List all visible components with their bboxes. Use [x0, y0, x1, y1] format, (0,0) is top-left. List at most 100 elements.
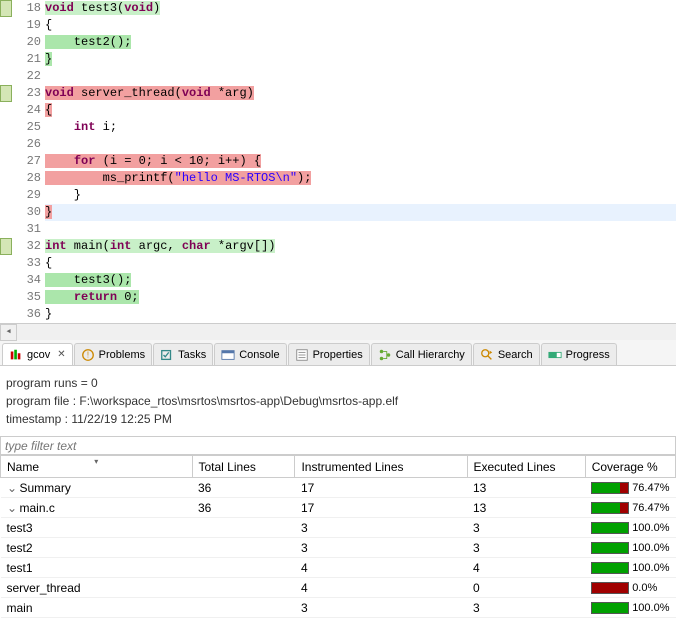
tab-properties[interactable]: Properties [288, 343, 370, 365]
cell-total [192, 558, 295, 578]
table-row[interactable]: test233100.0% [1, 538, 676, 558]
code-line[interactable]: } [45, 187, 676, 204]
cell-instr: 17 [295, 478, 467, 498]
code-line[interactable]: { [45, 255, 676, 272]
horizontal-scrollbar[interactable]: ◀ [0, 323, 676, 340]
cell-exec: 3 [467, 598, 585, 618]
cell-exec: 4 [467, 558, 585, 578]
code-content[interactable]: void test3(void){ test2();}void server_t… [45, 0, 676, 323]
code-line[interactable]: void test3(void) [45, 0, 676, 17]
coverage-bar [591, 602, 629, 614]
code-line[interactable]: int main(int argc, char *argv[]) [45, 238, 676, 255]
table-row[interactable]: test1 44 100.0% [1, 558, 676, 578]
close-icon[interactable]: ✕ [57, 349, 65, 360]
col-executed[interactable]: Executed Lines [467, 456, 585, 478]
cell-instr: 3 [295, 518, 467, 538]
line-number-gutter: 18192021222324252627282930313233343536 [12, 0, 45, 323]
code-line[interactable]: for (i = 0; i < 10; i++) { [45, 153, 676, 170]
coverage-bar [591, 502, 629, 514]
search-icon [480, 348, 494, 362]
table-row[interactable]: ⌄main.c36171376.47% [1, 498, 676, 518]
cell-coverage: 100.0% [585, 518, 675, 538]
tab-label: Tasks [178, 349, 206, 361]
row-name: main [7, 601, 33, 615]
code-line[interactable]: { [45, 102, 676, 119]
tab-label: Call Hierarchy [396, 349, 465, 361]
scroll-left-button[interactable]: ◀ [0, 324, 17, 341]
col-total[interactable]: Total Lines [192, 456, 295, 478]
col-name-label: Name [7, 460, 39, 474]
tab-call-hierarchy[interactable]: Call Hierarchy [371, 343, 472, 365]
progress-icon [548, 348, 562, 362]
cell-total [192, 578, 295, 598]
cell-exec: 0 [467, 578, 585, 598]
tab-gcov[interactable]: gcov ✕ [2, 343, 73, 365]
cell-coverage: 76.47% [585, 478, 675, 498]
code-line[interactable]: int i; [45, 119, 676, 136]
tab-progress[interactable]: Progress [541, 343, 617, 365]
tab-tasks[interactable]: Tasks [153, 343, 213, 365]
cell-coverage: 100.0% [585, 558, 675, 578]
code-line[interactable]: } [45, 306, 676, 323]
tree-twisty-icon[interactable]: ⌄ [7, 501, 18, 515]
cell-instr: 3 [295, 598, 467, 618]
table-row[interactable]: ⌄Summary36171376.47% [1, 478, 676, 498]
tab-label: Search [498, 349, 533, 361]
properties-icon [295, 348, 309, 362]
cell-total [192, 518, 295, 538]
svg-text:!: ! [87, 350, 89, 359]
row-name: test3 [7, 521, 33, 535]
tree-twisty-icon[interactable]: ⌄ [7, 481, 18, 495]
cell-total: 36 [192, 498, 295, 518]
table-row[interactable]: main33100.0% [1, 598, 676, 618]
table-row[interactable]: test333100.0% [1, 518, 676, 538]
gcov-icon [9, 348, 23, 362]
code-line[interactable]: return 0; [45, 289, 676, 306]
coverage-bar [591, 562, 629, 574]
tab-label: Console [239, 349, 279, 361]
code-line[interactable]: ms_printf("hello MS-RTOS\n"); [45, 170, 676, 187]
coverage-bar [591, 582, 629, 594]
cell-coverage: 0.0% [585, 578, 675, 598]
timestamp-label: timestamp : 11/22/19 12:25 PM [6, 410, 670, 428]
code-line[interactable]: test2(); [45, 34, 676, 51]
coverage-bar [591, 522, 629, 534]
code-line[interactable] [45, 68, 676, 85]
coverage-percent: 100.0% [632, 542, 669, 554]
cell-coverage: 76.47% [585, 498, 675, 518]
code-line[interactable] [45, 221, 676, 238]
program-runs-label: program runs = 0 [6, 374, 670, 392]
table-row[interactable]: server_thread400.0% [1, 578, 676, 598]
gcov-info-block: program runs = 0 program file : F:\works… [0, 366, 676, 436]
cell-instr: 4 [295, 558, 467, 578]
cell-coverage: 100.0% [585, 538, 675, 558]
code-editor[interactable]: 18192021222324252627282930313233343536 v… [0, 0, 676, 340]
col-name[interactable]: ▾Name [1, 456, 193, 478]
cell-total [192, 538, 295, 558]
code-line[interactable]: } [45, 51, 676, 68]
code-line[interactable]: test3(); [45, 272, 676, 289]
code-line[interactable]: void server_thread(void *arg) [45, 85, 676, 102]
tab-console[interactable]: Console [214, 343, 286, 365]
filter-input[interactable] [0, 436, 676, 455]
row-name: test1 [7, 561, 33, 575]
view-tabs-bar: gcov ✕ !Problems Tasks Console Properties Call… [0, 340, 676, 366]
coverage-percent: 100.0% [632, 562, 669, 574]
tasks-icon [160, 348, 174, 362]
row-name: test2 [7, 541, 33, 555]
cell-total [192, 598, 295, 618]
code-line[interactable] [45, 136, 676, 153]
row-name: server_thread [7, 581, 81, 595]
code-line[interactable]: { [45, 17, 676, 34]
tab-label: gcov [27, 349, 50, 361]
col-coverage[interactable]: Coverage % [585, 456, 675, 478]
cell-exec: 13 [467, 478, 585, 498]
cell-total: 36 [192, 478, 295, 498]
col-instrumented[interactable]: Instrumented Lines [295, 456, 467, 478]
tab-search[interactable]: Search [473, 343, 540, 365]
coverage-bar [591, 482, 629, 494]
code-line[interactable]: } [45, 204, 676, 221]
problems-icon: ! [81, 348, 95, 362]
tab-problems[interactable]: !Problems [74, 343, 152, 365]
console-icon [221, 348, 235, 362]
